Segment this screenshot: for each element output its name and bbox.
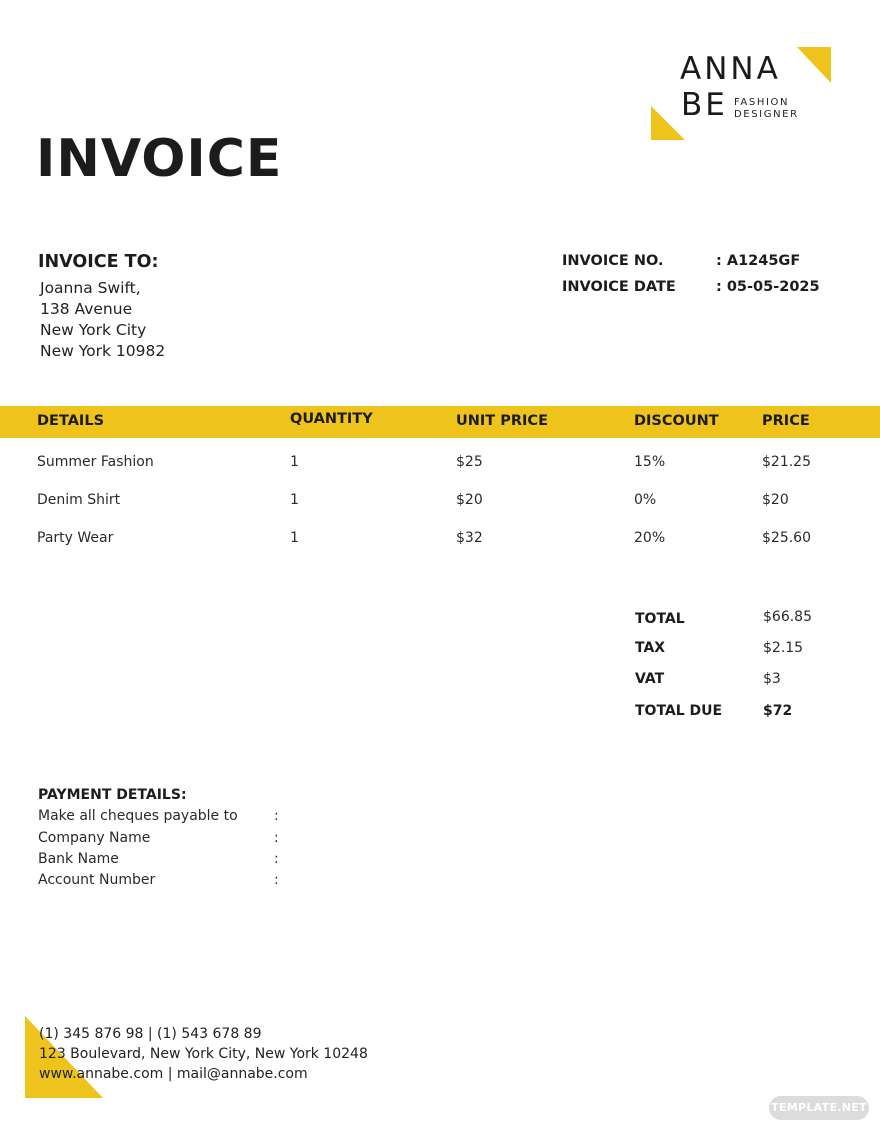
- cell-unit-price: $25: [456, 454, 483, 470]
- column-header-unit-price: UNIT PRICE: [456, 413, 548, 429]
- payment-company-name-separator: :: [274, 830, 279, 846]
- logo-name-line2: BE: [681, 87, 728, 123]
- cell-details: Denim Shirt: [37, 492, 121, 508]
- invoice-to-city: New York City: [40, 321, 147, 339]
- invoice-to-heading: INVOICE TO:: [38, 252, 159, 272]
- logo-tagline: FASHION DESIGNER: [734, 97, 799, 121]
- invoice-to-state-zip: New York 10982: [40, 342, 166, 360]
- payment-account-number-label: Account Number: [38, 872, 156, 888]
- table-header: DETAILS QUANTITY UNIT PRICE DISCOUNT PRI…: [0, 406, 880, 438]
- footer-web-email: www.annabe.com | mail@annabe.com: [39, 1066, 308, 1082]
- invoice-number-label: INVOICE NO.: [562, 253, 664, 269]
- cell-quantity: 1: [290, 454, 299, 470]
- table-row: Party Wear 1 $32 20% $25.60: [0, 530, 880, 552]
- summary-tax-label: TAX: [635, 640, 666, 656]
- column-header-discount: DISCOUNT: [634, 413, 719, 429]
- summary-total-due-value: $72: [763, 703, 793, 719]
- invoice-number-value: : A1245GF: [716, 253, 801, 269]
- payment-payable-to-label: Make all cheques payable to: [38, 808, 238, 824]
- cell-price: $25.60: [762, 530, 811, 546]
- column-header-price: PRICE: [762, 413, 810, 429]
- watermark-badge: TEMPLATE.NET: [769, 1096, 869, 1120]
- logo-tagline-line1: FASHION: [734, 97, 790, 108]
- logo-triangle-bottom-left: [651, 106, 685, 140]
- invoice-to-street: 138 Avenue: [40, 300, 133, 318]
- logo-tagline-line2: DESIGNER: [734, 109, 799, 120]
- cell-details: Summer Fashion: [37, 454, 154, 470]
- footer-address: 123 Boulevard, New York City, New York 1…: [39, 1046, 368, 1062]
- logo-triangle-top-right: [797, 47, 831, 83]
- cell-discount: 15%: [634, 454, 666, 470]
- table-row: Denim Shirt 1 $20 0% $20: [0, 492, 880, 514]
- cell-price: $21.25: [762, 454, 811, 470]
- logo-name-line1: ANNA: [680, 51, 781, 87]
- table-row: Summer Fashion 1 $25 15% $21.25: [0, 454, 880, 476]
- payment-company-name-label: Company Name: [38, 830, 151, 846]
- payment-bank-name-label: Bank Name: [38, 851, 119, 867]
- cell-unit-price: $32: [456, 530, 483, 546]
- cell-unit-price: $20: [456, 492, 483, 508]
- invoice-date-label: INVOICE DATE: [562, 279, 676, 295]
- payment-details-heading: PAYMENT DETAILS:: [38, 787, 187, 803]
- footer-phone: (1) 345 876 98 | (1) 543 678 89: [39, 1026, 262, 1042]
- column-header-quantity: QUANTITY: [290, 411, 373, 427]
- cell-quantity: 1: [290, 492, 299, 508]
- summary-total-due-label: TOTAL DUE: [635, 703, 723, 719]
- payment-bank-name-separator: :: [274, 851, 279, 867]
- invoice-to-name: Joanna Swift,: [40, 279, 141, 297]
- summary-tax-value: $2.15: [763, 640, 804, 656]
- column-header-details: DETAILS: [37, 413, 105, 429]
- summary-total-value: $66.85: [763, 609, 812, 625]
- cell-details: Party Wear: [37, 530, 114, 546]
- page-title: INVOICE: [36, 129, 283, 189]
- cell-discount: 0%: [634, 492, 657, 508]
- payment-payable-to-separator: :: [274, 808, 279, 824]
- cell-discount: 20%: [634, 530, 666, 546]
- invoice-date-value: : 05-05-2025: [716, 279, 820, 295]
- summary-total-label: TOTAL: [635, 611, 685, 627]
- summary-vat-label: VAT: [635, 671, 665, 687]
- summary-vat-value: $3: [763, 671, 781, 687]
- cell-quantity: 1: [290, 530, 299, 546]
- payment-account-number-separator: :: [274, 872, 279, 888]
- cell-price: $20: [762, 492, 789, 508]
